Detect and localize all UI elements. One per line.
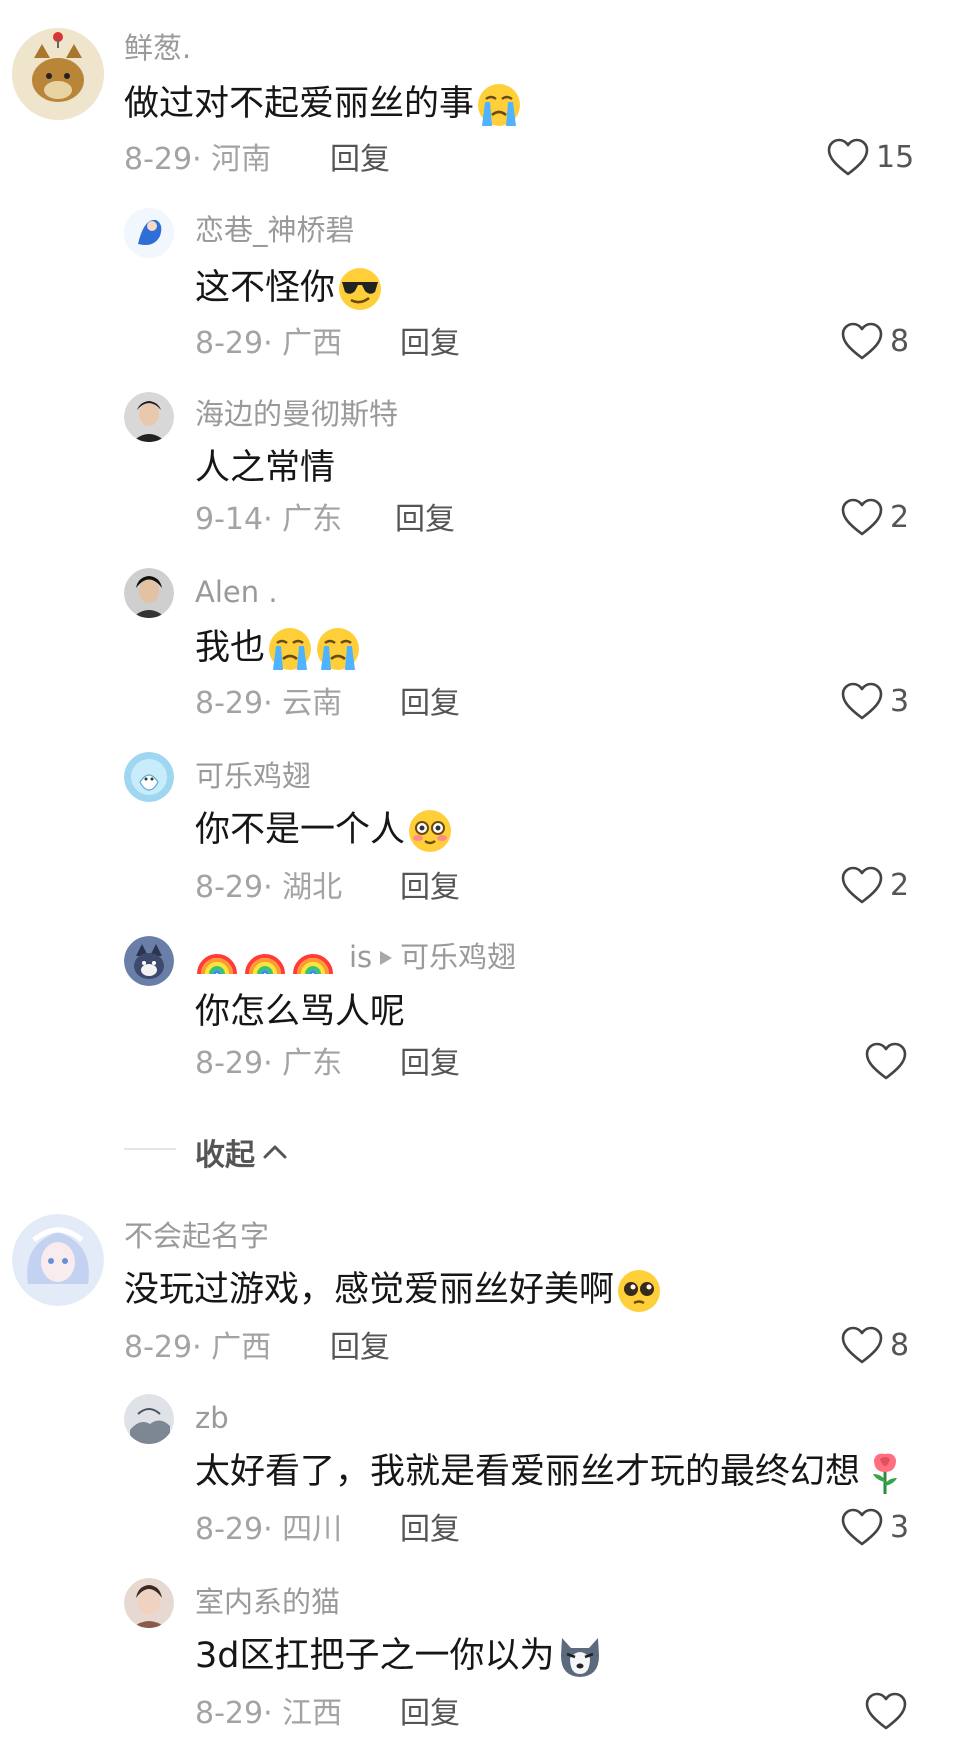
heart-outline-icon — [864, 1692, 908, 1732]
reply-to-username[interactable]: 可乐鸡翅 — [400, 939, 516, 975]
reply-button[interactable]: 回复 — [400, 1696, 460, 1732]
like-button[interactable]: 8 — [840, 1326, 909, 1366]
reply-button[interactable]: 回复 — [400, 870, 460, 906]
comment-username[interactable]: 恋巷_神桥碧 — [195, 212, 355, 248]
avatar[interactable] — [124, 208, 174, 258]
like-button[interactable]: 3 — [840, 682, 909, 722]
pleading-emoji-icon — [616, 1268, 662, 1314]
comment-meta: 8-29· 广西 — [195, 326, 343, 361]
husky-emoji-icon — [557, 1634, 603, 1680]
heart-outline-icon — [826, 138, 870, 178]
comment-text: 做过对不起爱丽丝的事 — [124, 82, 522, 128]
heart-outline-icon — [840, 866, 884, 906]
sunglasses-emoji-icon — [337, 266, 383, 312]
avatar[interactable] — [124, 936, 174, 986]
comment-text: 我也 — [195, 626, 361, 672]
like-count: 8 — [890, 324, 910, 359]
comment-meta: 8-29· 河南 — [124, 142, 272, 177]
reply-button[interactable]: 回复 — [395, 502, 455, 538]
comment-text-body: 太好看了，我就是看爱丽丝才玩的最终幻想 — [195, 1452, 861, 1492]
rose-emoji-icon — [862, 1450, 908, 1496]
avatar[interactable] — [124, 568, 174, 618]
reply-button[interactable]: 回复 — [330, 1330, 390, 1366]
comment-username[interactable]: Alen . — [195, 574, 278, 610]
heart-outline-icon — [840, 322, 884, 362]
comment-text: 这不怪你 — [195, 266, 383, 312]
avatar[interactable] — [124, 752, 174, 802]
crying-emoji-icon — [315, 626, 361, 672]
comment-username[interactable]: 不会起名字 — [124, 1218, 269, 1254]
comment-username[interactable]: 室内系的猫 — [195, 1584, 340, 1620]
like-count: 3 — [890, 684, 910, 719]
comment-meta: 8-29· 湖北 — [195, 870, 343, 905]
divider — [124, 1148, 176, 1150]
reply-button[interactable]: 回复 — [400, 326, 460, 362]
collapse-replies-button[interactable]: 收起 — [195, 1130, 289, 1174]
comment-text: 太好看了，我就是看爱丽丝才玩的最终幻想 — [195, 1450, 908, 1496]
comment-text: 你怎么骂人呢 — [195, 992, 406, 1032]
comment-text: 没玩过游戏，感觉爱丽丝好美啊 — [124, 1268, 662, 1314]
like-button[interactable]: 8 — [840, 322, 909, 362]
crying-emoji-icon — [267, 626, 313, 672]
comment-username[interactable]: is 可乐鸡翅 — [195, 938, 516, 976]
avatar[interactable] — [12, 28, 104, 120]
avatar[interactable] — [124, 1578, 174, 1628]
comment-text: 人之常情 — [195, 448, 336, 488]
comment-text-body: 没玩过游戏，感觉爱丽丝好美啊 — [124, 1270, 615, 1310]
comment-username[interactable]: zb — [195, 1400, 229, 1436]
chevron-up-icon — [263, 1145, 287, 1159]
rainbow-emoji-icon — [195, 938, 239, 976]
comment-meta: 8-29· 四川 — [195, 1512, 343, 1547]
play-arrow-icon — [378, 939, 394, 975]
comment-username[interactable]: 可乐鸡翅 — [195, 758, 311, 794]
like-count: 3 — [890, 1510, 910, 1545]
comment-meta: 8-29· 广西 — [124, 1330, 272, 1365]
like-button[interactable]: 2 — [840, 866, 909, 906]
blushing-emoji-icon — [407, 808, 453, 854]
reply-button[interactable]: 回复 — [400, 686, 460, 722]
comment-username[interactable]: 海边的曼彻斯特 — [195, 396, 398, 432]
avatar[interactable] — [12, 1214, 104, 1306]
like-button[interactable]: 2 — [840, 498, 909, 538]
username-suffix: is — [349, 940, 373, 974]
rainbow-emoji-icon — [243, 938, 287, 976]
comment-text-body: 我也 — [195, 628, 266, 668]
comment-meta: 9-14· 广东 — [195, 502, 343, 537]
comment-meta: 8-29· 江西 — [195, 1696, 343, 1731]
comment-username[interactable]: 鲜葱. — [124, 30, 191, 66]
comment-text: 你不是一个人 — [195, 808, 453, 854]
heart-outline-icon — [840, 498, 884, 538]
comment-text-body: 3d区扛把子之一你以为 — [195, 1636, 555, 1676]
comment-text-body: 做过对不起爱丽丝的事 — [124, 84, 475, 124]
avatar[interactable] — [124, 392, 174, 442]
crying-emoji-icon — [476, 82, 522, 128]
like-button[interactable] — [864, 1692, 914, 1732]
heart-outline-icon — [864, 1042, 908, 1082]
reply-button[interactable]: 回复 — [330, 142, 390, 178]
like-button[interactable]: 3 — [840, 1508, 909, 1548]
like-count: 2 — [890, 500, 910, 535]
comment-text-body: 这不怪你 — [195, 268, 336, 308]
comment-text: 3d区扛把子之一你以为 — [195, 1634, 603, 1680]
reply-button[interactable]: 回复 — [400, 1046, 460, 1082]
like-count: 8 — [890, 1328, 910, 1363]
heart-outline-icon — [840, 1326, 884, 1366]
comment-meta: 8-29· 云南 — [195, 686, 343, 721]
rainbow-emoji-icon — [291, 938, 335, 976]
collapse-label: 收起 — [195, 1138, 255, 1173]
like-button[interactable] — [864, 1042, 914, 1082]
like-count: 15 — [876, 140, 915, 175]
like-button[interactable]: 15 — [826, 138, 914, 178]
comment-text-body: 你不是一个人 — [195, 810, 406, 850]
heart-outline-icon — [840, 682, 884, 722]
like-count: 2 — [890, 868, 910, 903]
heart-outline-icon — [840, 1508, 884, 1548]
reply-button[interactable]: 回复 — [400, 1512, 460, 1548]
avatar[interactable] — [124, 1394, 174, 1444]
comment-meta: 8-29· 广东 — [195, 1046, 343, 1081]
